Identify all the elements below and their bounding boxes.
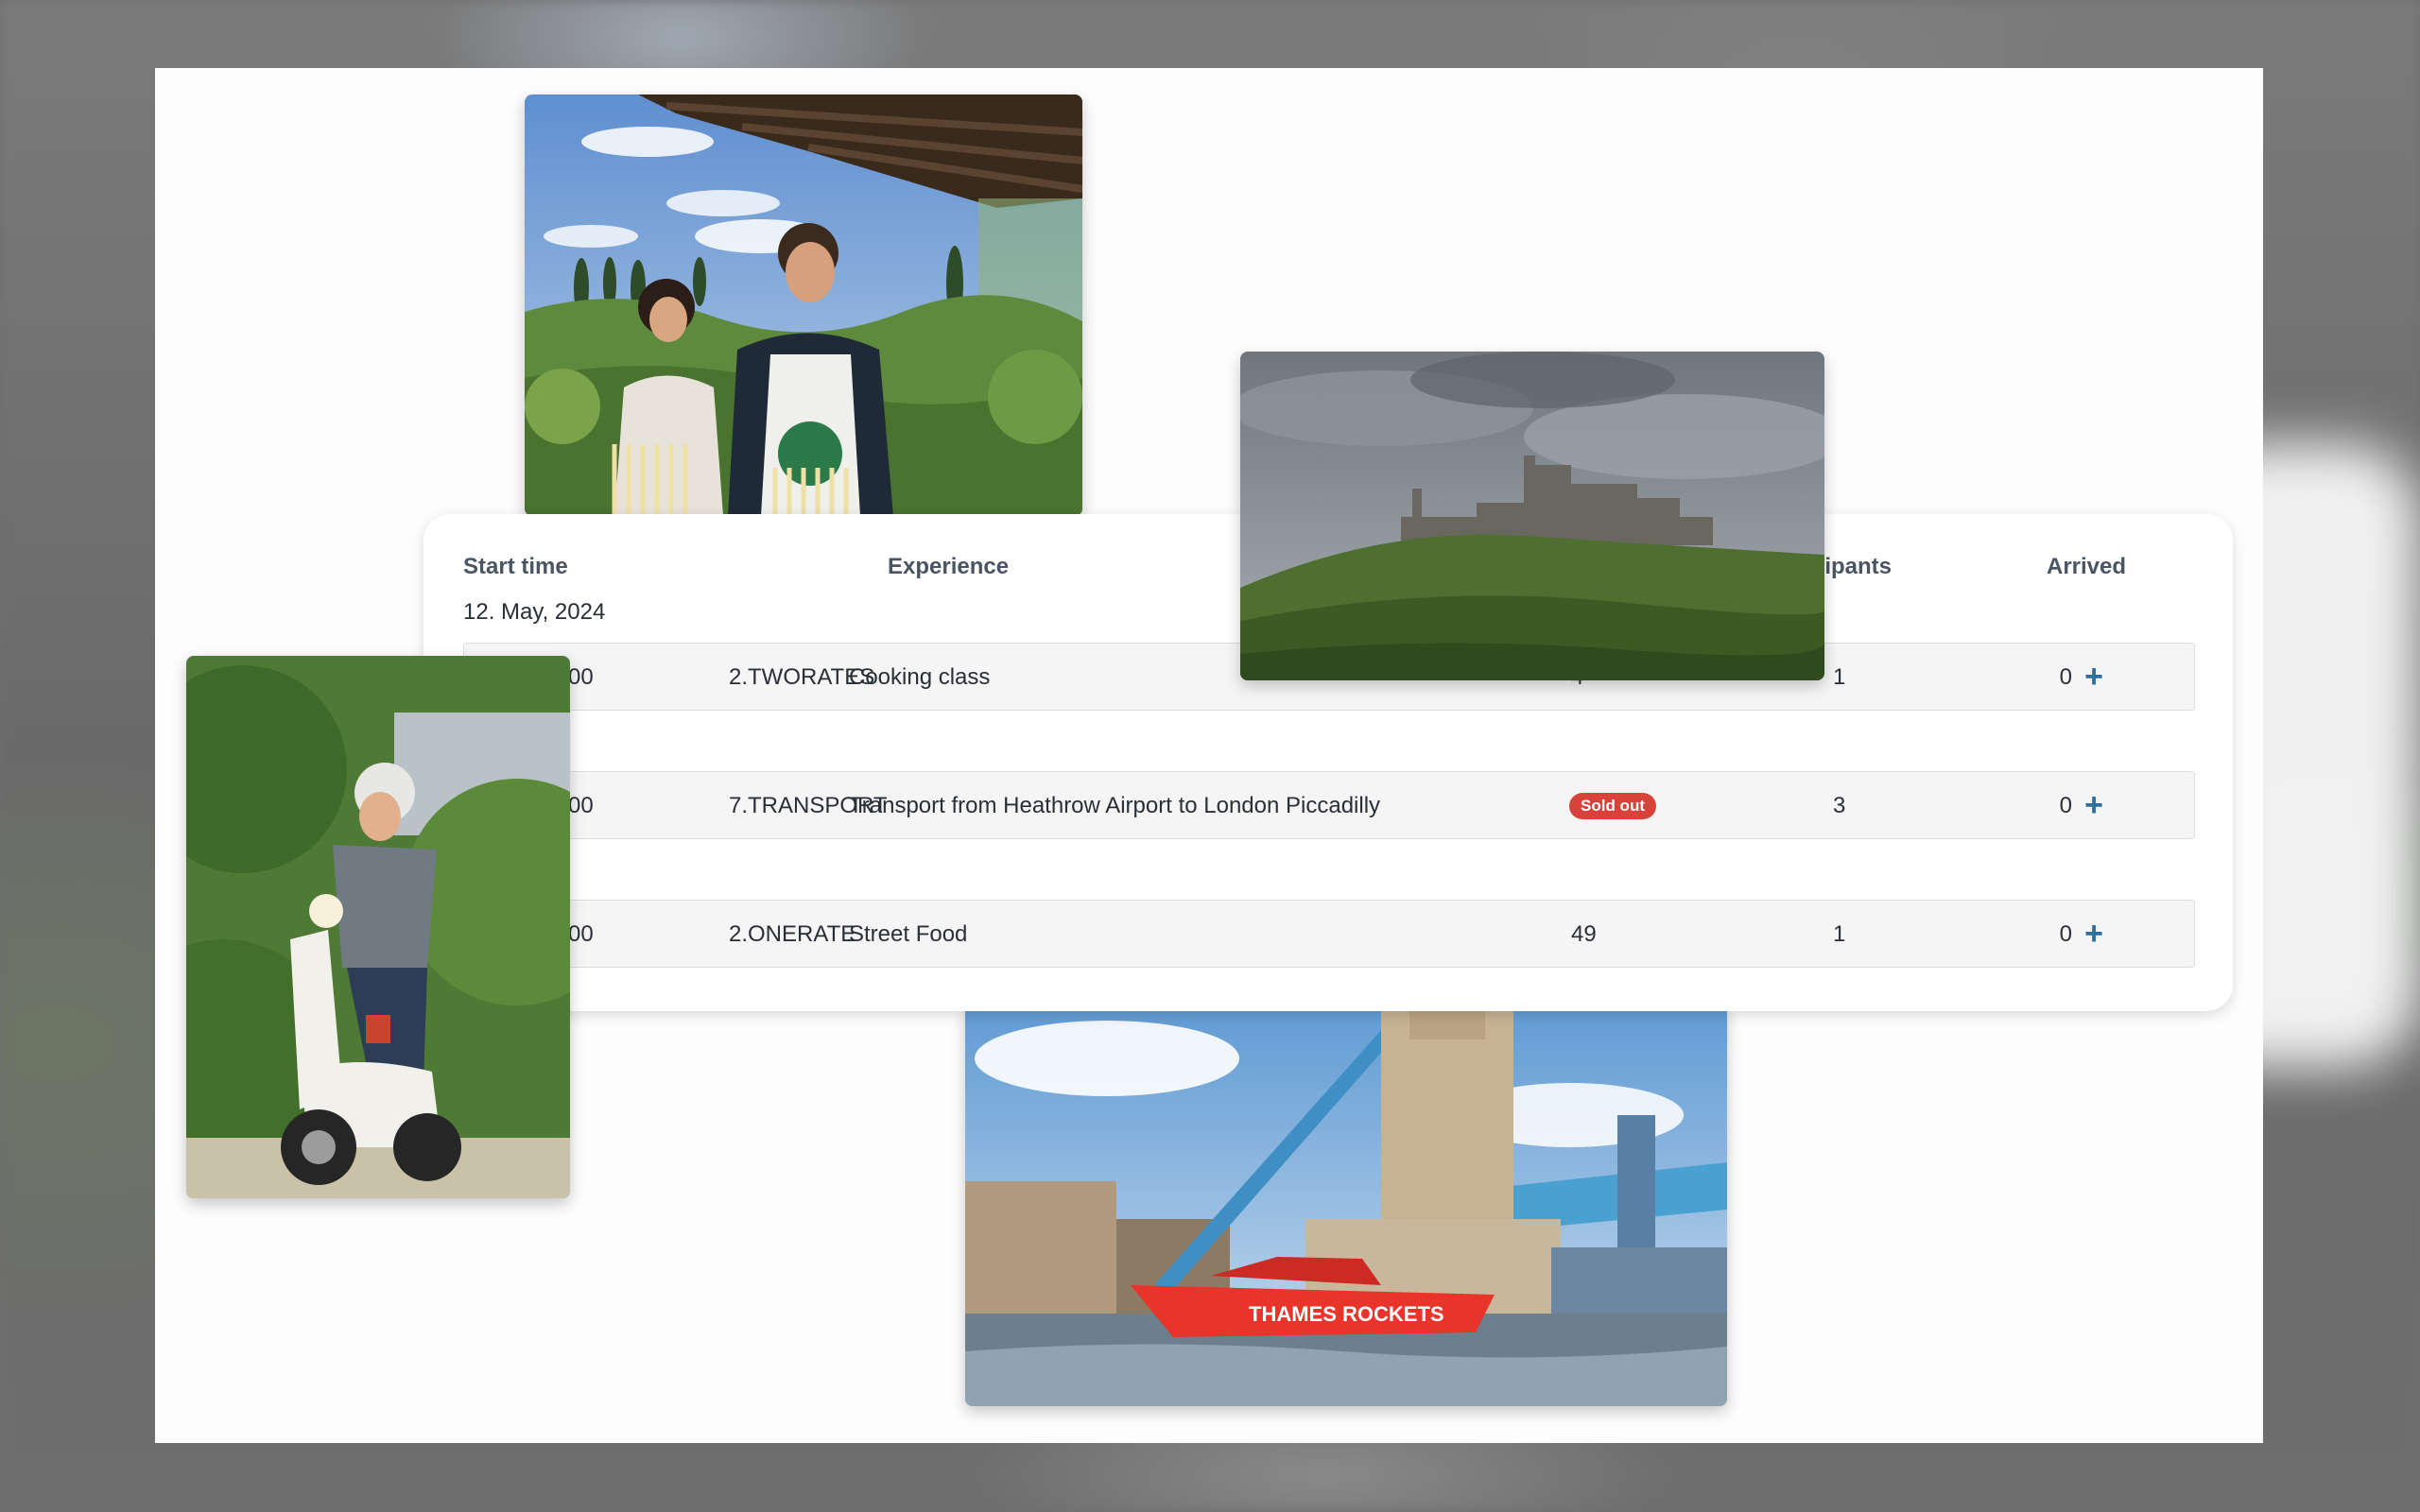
row-experience: Street Food	[849, 921, 968, 947]
row-arrived: 0	[2059, 921, 2072, 947]
row-rate: 2.ONERATE	[729, 921, 856, 947]
plus-icon[interactable]: +	[2080, 789, 2108, 821]
tower-bridge-photo: THAMES ROCKETS	[965, 1002, 1727, 1406]
row-start-time: 00	[568, 793, 594, 818]
row-start-time: 00	[568, 664, 594, 690]
scooter-photo	[186, 656, 570, 1198]
row-capacity: 49	[1571, 921, 1597, 947]
row-participants: 1	[1833, 664, 1846, 690]
row-participants: 3	[1833, 793, 1846, 818]
plus-icon[interactable]: +	[2080, 918, 2108, 950]
row-experience: Transport from Heathrow Airport to Londo…	[849, 793, 1381, 818]
header-start-time: Start time	[463, 554, 568, 579]
table-row[interactable]: 00 7.TRANSPORT Transport from Heathrow A…	[463, 771, 2195, 839]
castle-photo	[1240, 352, 1824, 680]
boat-label: THAMES ROCKETS	[1249, 1302, 1444, 1326]
header-experience: Experience	[888, 554, 1010, 579]
sold-out-badge: Sold out	[1569, 793, 1656, 819]
row-start-time: 00	[568, 921, 594, 947]
row-experience: Cooking class	[849, 664, 991, 690]
row-arrived: 0	[2059, 664, 2072, 690]
row-arrived: 0	[2059, 793, 2072, 818]
table-row[interactable]: 00 2.ONERATE Street Food 49 1 0 +	[463, 900, 2195, 968]
header-arrived: Arrived	[2047, 554, 2127, 579]
cooking-class-photo	[525, 94, 1082, 516]
row-participants: 1	[1833, 921, 1846, 947]
plus-icon[interactable]: +	[2080, 661, 2108, 693]
date-group-label: 12. May, 2024	[463, 599, 606, 625]
